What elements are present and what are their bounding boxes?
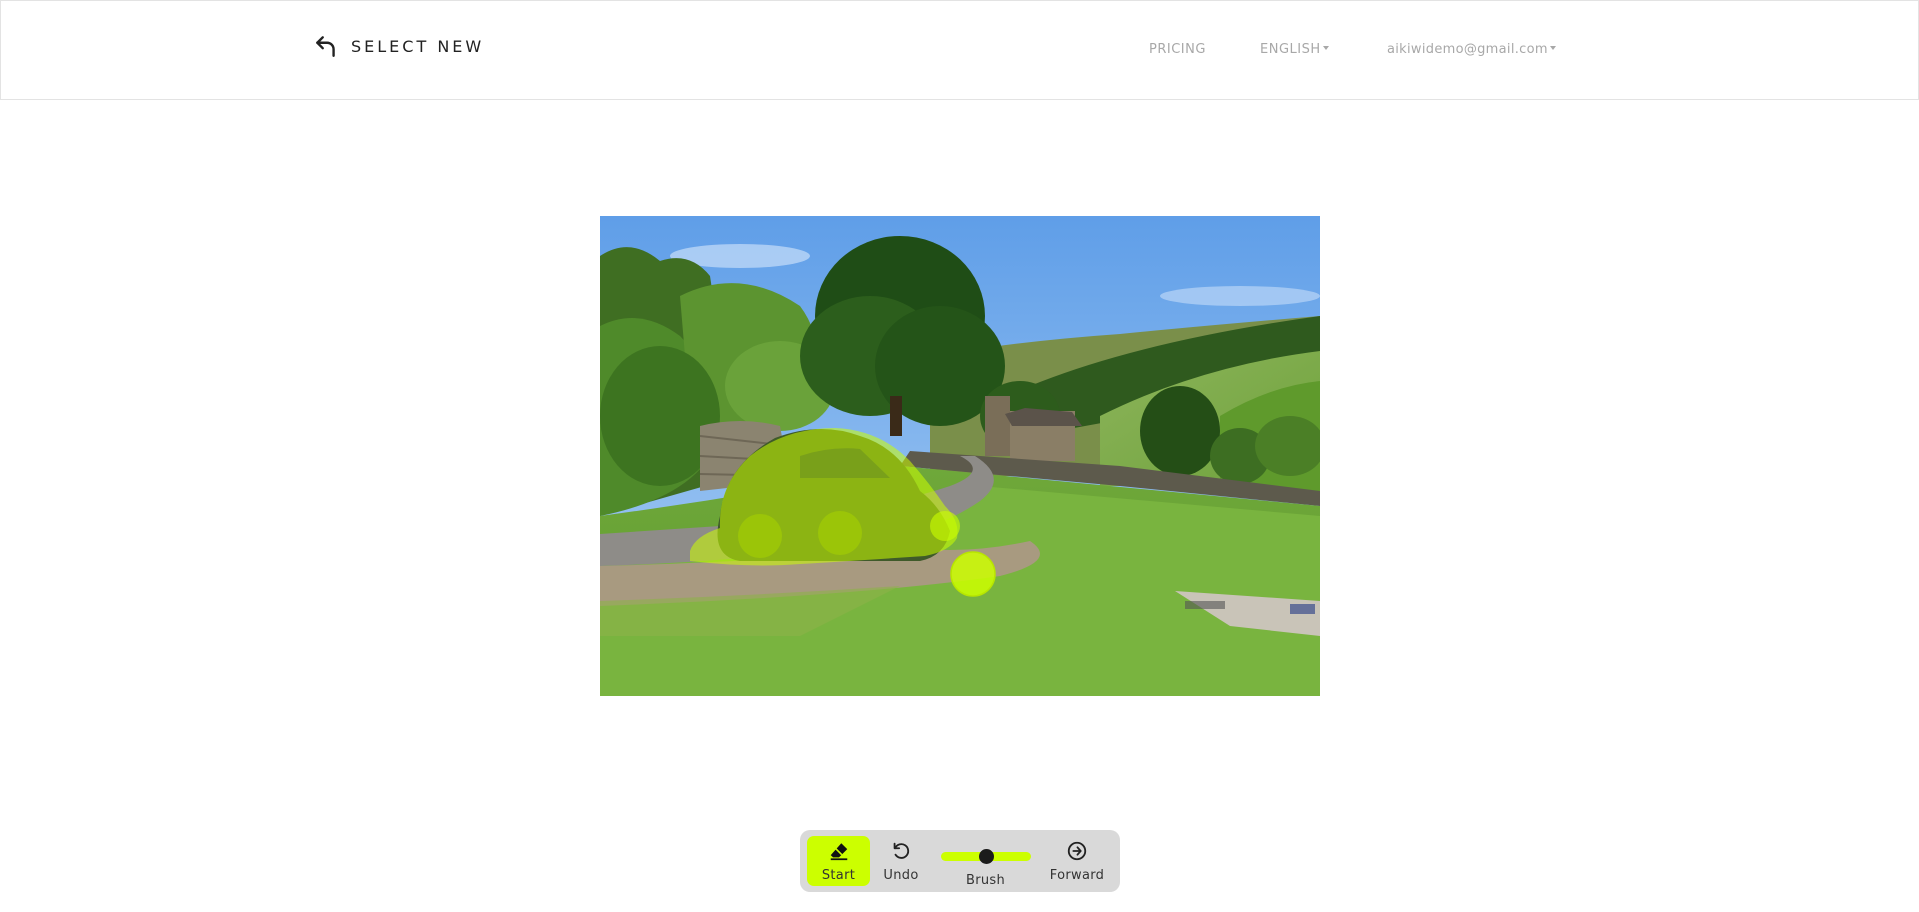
eraser-icon xyxy=(830,843,847,861)
select-new-label: SELECT NEW xyxy=(351,36,485,56)
photo-image xyxy=(600,216,1320,696)
brush-slider-handle[interactable] xyxy=(978,849,994,864)
select-new-button[interactable]: SELECT NEW xyxy=(313,33,484,59)
undo-icon xyxy=(893,842,910,859)
start-button[interactable]: Start xyxy=(807,836,870,886)
forward-button[interactable]: Forward xyxy=(1047,836,1107,886)
start-label: Start xyxy=(821,868,856,883)
user-menu-dropdown[interactable]: aikiwidemo@gmail.com xyxy=(1387,42,1556,57)
language-dropdown[interactable]: ENGLISH xyxy=(1260,42,1329,57)
page: SELECT NEW PRICING ENGLISH aikiwidemo@gm… xyxy=(0,0,1919,912)
nav-pricing-label: PRICING xyxy=(1149,42,1206,57)
editor-toolbar: Start Undo Brush Forward xyxy=(800,830,1120,892)
user-email: aikiwidemo@gmail.com xyxy=(1387,42,1548,57)
forward-label: Forward xyxy=(1049,868,1105,883)
back-arrow-icon xyxy=(316,36,335,57)
editor-canvas[interactable] xyxy=(600,216,1320,696)
caret-down-icon xyxy=(1549,46,1556,50)
header: SELECT NEW PRICING ENGLISH aikiwidemo@gm… xyxy=(0,0,1919,100)
nav-pricing[interactable]: PRICING xyxy=(1149,42,1206,57)
undo-label: Undo xyxy=(883,868,919,883)
brush-label: Brush xyxy=(965,873,1005,888)
arrow-right-circle-icon xyxy=(1067,841,1087,861)
undo-button[interactable]: Undo xyxy=(876,836,926,886)
language-label: ENGLISH xyxy=(1260,42,1321,57)
brush-size-slider[interactable]: Brush xyxy=(938,836,1033,888)
caret-down-icon xyxy=(1322,46,1329,50)
